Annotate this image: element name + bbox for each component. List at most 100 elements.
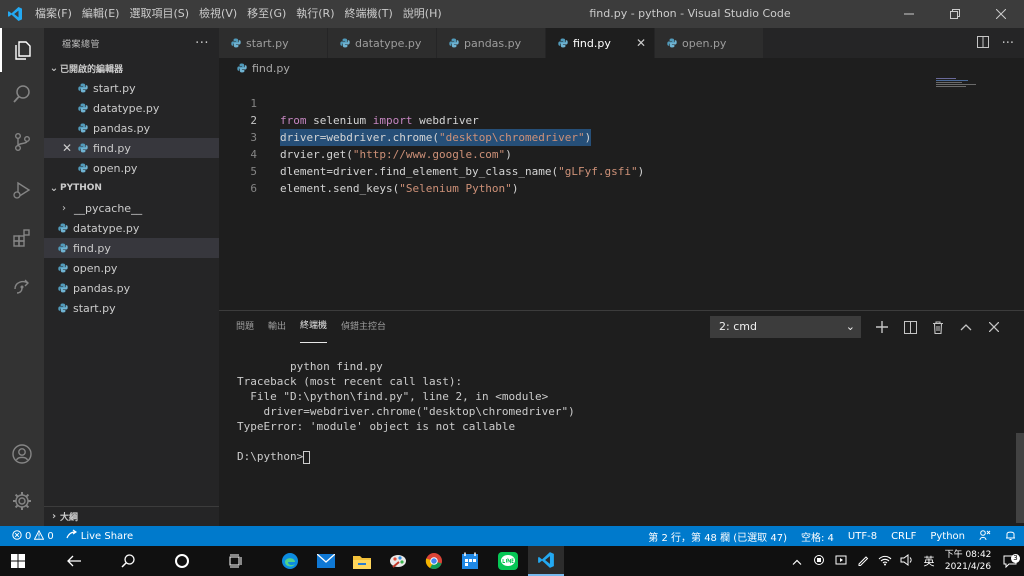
error-count: 0: [25, 530, 32, 542]
breadcrumb[interactable]: find.py: [219, 58, 1024, 78]
more-actions-icon[interactable]: ···: [195, 36, 209, 51]
tab-pandas[interactable]: pandas.py: [437, 28, 546, 58]
mail-icon[interactable]: [308, 546, 344, 576]
tab-start[interactable]: start.py: [219, 28, 328, 58]
menu-help[interactable]: 說明(H): [398, 0, 447, 28]
terminal-cursor: [303, 450, 311, 464]
volume-icon[interactable]: [896, 553, 918, 569]
search-icon[interactable]: [0, 72, 44, 116]
back-arrow-icon[interactable]: [56, 546, 92, 576]
tray-tablet-icon[interactable]: [830, 554, 852, 569]
minimize-button[interactable]: [886, 0, 932, 28]
language-mode[interactable]: Python: [930, 531, 965, 542]
split-editor-icon[interactable]: [976, 35, 990, 52]
close-tab-icon[interactable]: ✕: [636, 36, 646, 50]
ime-indicator[interactable]: 英: [918, 553, 940, 569]
vscode-taskbar-icon[interactable]: [528, 546, 564, 576]
status-bar: 0 0 Live Share 第 2 行，第 48 欄 (已選取 47) 空格:…: [0, 526, 1024, 546]
tray-app-icon[interactable]: [808, 554, 830, 569]
open-editors-section[interactable]: ⌄ 已開啟的編輯器: [44, 58, 219, 78]
action-center-icon[interactable]: 3: [996, 553, 1024, 568]
menu-file[interactable]: 檔案(F): [30, 0, 77, 28]
tab-terminal[interactable]: 終端機: [300, 311, 328, 343]
chevron-right-icon: ›: [51, 511, 57, 522]
windows-start-icon[interactable]: [0, 546, 36, 576]
trash-icon[interactable]: [930, 319, 946, 335]
breadcrumb-file[interactable]: find.py: [252, 62, 290, 75]
close-editor-icon[interactable]: ✕: [62, 141, 72, 155]
menu-selection[interactable]: 選取項目(S): [124, 0, 194, 28]
close-panel-icon[interactable]: [986, 319, 1002, 335]
file-item-active[interactable]: find.py: [44, 238, 219, 258]
tab-problems[interactable]: 問題: [236, 311, 254, 343]
cortana-icon[interactable]: [164, 546, 200, 576]
edge-browser-icon[interactable]: [272, 546, 308, 576]
file-item[interactable]: start.py: [44, 298, 219, 318]
taskbar-search-icon[interactable]: [110, 546, 146, 576]
wifi-icon[interactable]: [874, 554, 896, 569]
panel-actions: [874, 316, 1002, 338]
explorer-icon[interactable]: [0, 28, 44, 72]
open-editor-item[interactable]: open.py: [44, 158, 219, 178]
menu-go[interactable]: 移至(G): [242, 0, 291, 28]
open-editor-item[interactable]: start.py: [44, 78, 219, 98]
close-window-button[interactable]: [978, 0, 1024, 28]
vscode-logo-icon: [0, 0, 30, 28]
open-editor-item-active[interactable]: ✕ find.py: [44, 138, 219, 158]
tab-debug-console[interactable]: 偵錯主控台: [341, 311, 386, 343]
code-line: 1 from selenium import webdriver: [219, 78, 939, 127]
tab-open[interactable]: open.py: [655, 28, 764, 58]
end-of-line[interactable]: CRLF: [891, 531, 916, 542]
folder-section[interactable]: ⌄ PYTHON: [44, 178, 219, 198]
menu-view[interactable]: 檢視(V): [194, 0, 242, 28]
terminal-scrollbar[interactable]: [1016, 433, 1024, 523]
python-file-icon: [78, 103, 88, 113]
indentation[interactable]: 空格: 4: [801, 529, 834, 544]
tab-output[interactable]: 輸出: [268, 311, 286, 343]
open-editor-item[interactable]: datatype.py: [44, 98, 219, 118]
tray-overflow-icon[interactable]: [786, 555, 808, 568]
source-control-icon[interactable]: [0, 120, 44, 164]
line-messenger-icon[interactable]: [490, 546, 526, 576]
code-editor[interactable]: 1 from selenium import webdriver 2 drive…: [219, 78, 1024, 310]
chrome-icon[interactable]: [416, 546, 452, 576]
tray-pen-icon[interactable]: [852, 554, 874, 569]
terminal-output[interactable]: python find.py Traceback (most recent ca…: [237, 359, 575, 464]
calendar-app-icon[interactable]: [452, 546, 488, 576]
menu-terminal[interactable]: 終端機(T): [340, 0, 398, 28]
editor-actions: ···: [976, 28, 1024, 58]
tab-datatype[interactable]: datatype.py: [328, 28, 437, 58]
open-editor-item[interactable]: pandas.py: [44, 118, 219, 138]
outline-section[interactable]: › 大綱: [44, 506, 219, 526]
notifications-bell-icon[interactable]: [1005, 529, 1016, 544]
problems-status[interactable]: 0 0: [12, 529, 54, 543]
feedback-icon[interactable]: [979, 529, 991, 544]
maximize-panel-icon[interactable]: [958, 319, 974, 335]
menu-run[interactable]: 執行(R): [291, 0, 339, 28]
more-actions-icon[interactable]: ···: [1002, 36, 1014, 51]
folder-item[interactable]: › __pycache__: [44, 198, 219, 218]
file-explorer-icon[interactable]: [344, 546, 380, 576]
file-item[interactable]: datatype.py: [44, 218, 219, 238]
terminal-select[interactable]: 2: cmd ⌄: [710, 316, 861, 338]
new-terminal-icon[interactable]: [874, 319, 890, 335]
remote-explorer-icon[interactable]: [0, 264, 44, 308]
tab-label: find.py: [573, 36, 611, 50]
live-share-button[interactable]: Live Share: [66, 529, 133, 543]
minimap[interactable]: [936, 78, 978, 88]
accounts-icon[interactable]: [0, 432, 44, 476]
encoding[interactable]: UTF-8: [848, 531, 877, 542]
run-debug-icon[interactable]: [0, 168, 44, 212]
menu-edit[interactable]: 編輯(E): [77, 0, 125, 28]
system-clock[interactable]: 下午 08:42 2021/4/26: [940, 549, 996, 573]
file-item[interactable]: pandas.py: [44, 278, 219, 298]
tab-find[interactable]: find.py ✕: [546, 28, 655, 58]
paint-app-icon[interactable]: [380, 546, 416, 576]
task-view-icon[interactable]: [218, 546, 254, 576]
extensions-icon[interactable]: [0, 216, 44, 260]
file-item[interactable]: open.py: [44, 258, 219, 278]
split-terminal-icon[interactable]: [902, 319, 918, 335]
restore-button[interactable]: [932, 0, 978, 28]
cursor-position[interactable]: 第 2 行，第 48 欄 (已選取 47): [648, 529, 787, 544]
settings-gear-icon[interactable]: [0, 479, 44, 523]
